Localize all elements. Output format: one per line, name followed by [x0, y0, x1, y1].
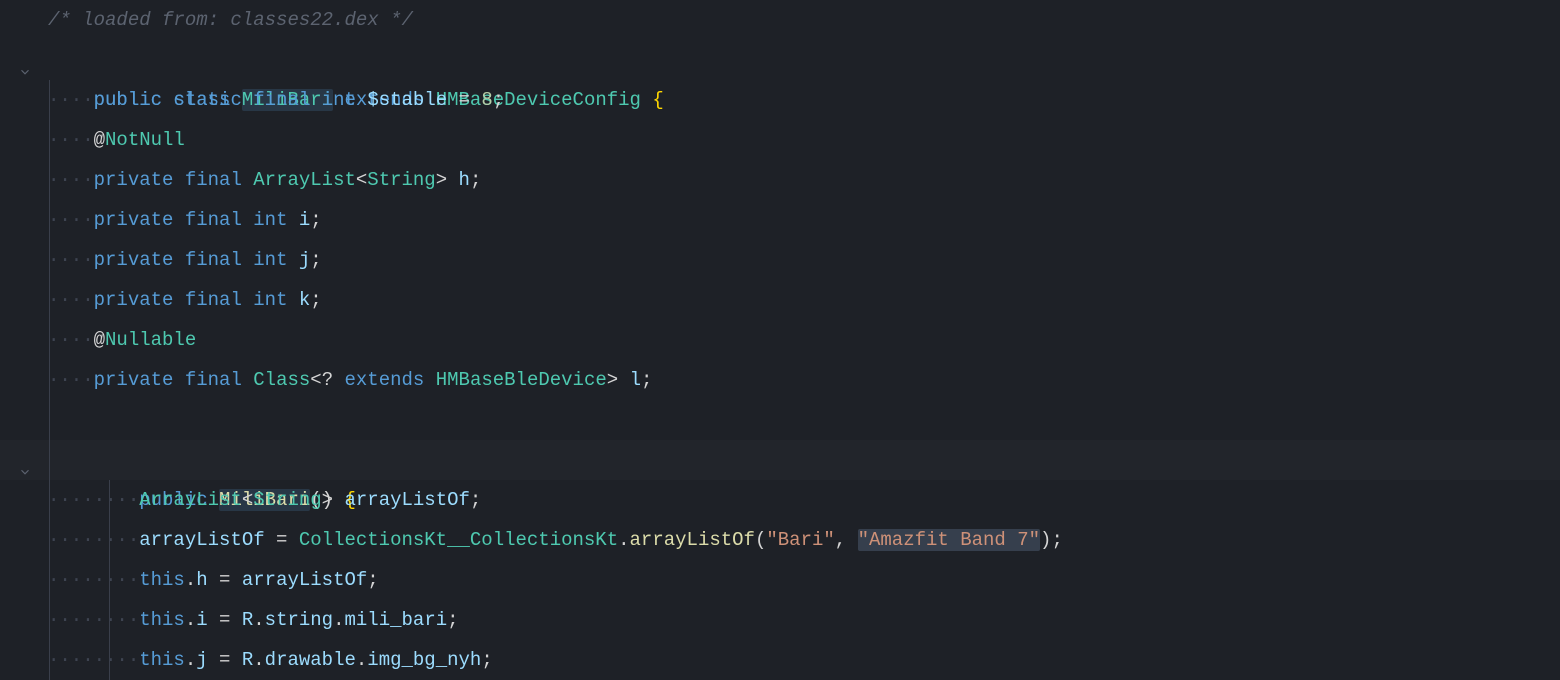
- field-name: h: [459, 169, 470, 191]
- chevron-down-icon[interactable]: [18, 54, 30, 66]
- code-line[interactable]: ········ArrayList<String> arrayListOf;: [0, 480, 1560, 520]
- class-ref: CollectionsKt__CollectionsKt: [299, 529, 618, 551]
- keyword-final: final: [185, 169, 242, 191]
- local-variable: arrayListOf: [242, 569, 367, 591]
- local-variable: arrayListOf: [139, 529, 264, 551]
- field-name: i: [299, 209, 310, 231]
- keyword-private: private: [94, 209, 174, 231]
- keyword-private: private: [94, 169, 174, 191]
- resource-id: img_bg_nyh: [367, 649, 481, 671]
- code-line[interactable]: ····private final int i;: [0, 200, 1560, 240]
- code-line[interactable]: ········this.i = R.string.mili_bari;: [0, 600, 1560, 640]
- local-variable: arrayListOf: [344, 489, 469, 511]
- field-name: l: [630, 369, 641, 391]
- type-string: String: [253, 489, 321, 511]
- code-line[interactable]: ········arrayListOf = CollectionsKt__Col…: [0, 520, 1560, 560]
- type-arraylist: ArrayList: [253, 169, 356, 191]
- code-line-partial[interactable]: ········this.j = R.drawable.img_bg_nyh;: [0, 640, 1560, 680]
- keyword-final: final: [185, 369, 242, 391]
- keyword-final: final: [185, 249, 242, 271]
- type-string: String: [367, 169, 435, 191]
- code-line[interactable]: ····private final int k;: [0, 280, 1560, 320]
- code-line[interactable]: ····private final int j;: [0, 240, 1560, 280]
- annotation-nullable: Nullable: [105, 329, 196, 351]
- type-int: int: [253, 249, 287, 271]
- type-class: Class: [253, 369, 310, 391]
- r-class: R: [242, 609, 253, 631]
- annotation-notnull: NotNull: [105, 129, 185, 151]
- field-ref: j: [196, 649, 207, 671]
- keyword-this: this: [139, 649, 185, 671]
- type-int: int: [253, 209, 287, 231]
- field-ref: h: [196, 569, 207, 591]
- code-line[interactable]: ····@NotNull: [0, 120, 1560, 160]
- keyword-static: static: [173, 89, 241, 111]
- type-arraylist: ArrayList: [139, 489, 242, 511]
- resource-id: mili_bari: [345, 609, 448, 631]
- string-literal-selected: "Amazfit Band 7": [858, 529, 1040, 551]
- r-class: R: [242, 649, 253, 671]
- type-int: int: [253, 289, 287, 311]
- code-line[interactable]: ····private final Class<? extends HMBase…: [0, 360, 1560, 400]
- comment-text: /* loaded from: classes22.dex */: [48, 9, 413, 31]
- code-line[interactable]: public class MiliBari extends HMBaseDevi…: [0, 40, 1560, 80]
- keyword-final: final: [185, 209, 242, 231]
- chevron-down-icon[interactable]: [18, 454, 30, 466]
- code-line[interactable]: ····private final ArrayList<String> h;: [0, 160, 1560, 200]
- field-name: k: [299, 289, 310, 311]
- string-literal: "Bari": [766, 529, 834, 551]
- type-int: int: [322, 89, 356, 111]
- keyword-extends: extends: [345, 369, 425, 391]
- keyword-this: this: [139, 569, 185, 591]
- code-line[interactable]: /* loaded from: classes22.dex */: [0, 0, 1560, 40]
- field-name: $stable: [367, 89, 447, 111]
- field-ref: i: [196, 609, 207, 631]
- code-line[interactable]: ····public MiliBari() {: [0, 440, 1560, 480]
- keyword-final: final: [185, 289, 242, 311]
- keyword-private: private: [94, 249, 174, 271]
- keyword-private: private: [94, 289, 174, 311]
- field-name: j: [299, 249, 310, 271]
- r-namespace: drawable: [265, 649, 356, 671]
- method-call: arrayListOf: [630, 529, 755, 551]
- number-literal: 8: [481, 89, 492, 111]
- r-namespace: string: [265, 609, 333, 631]
- keyword-public: public: [94, 89, 162, 111]
- code-line[interactable]: ····public static final int $stable = 8;: [0, 80, 1560, 120]
- keyword-final: final: [253, 89, 310, 111]
- code-line[interactable]: ········this.h = arrayListOf;: [0, 560, 1560, 600]
- keyword-this: this: [139, 609, 185, 631]
- type-hmbasebledevice: HMBaseBleDevice: [436, 369, 607, 391]
- code-line[interactable]: ····@Nullable: [0, 320, 1560, 360]
- code-editor[interactable]: /* loaded from: classes22.dex */ public …: [0, 0, 1560, 680]
- keyword-private: private: [94, 369, 174, 391]
- code-line-blank[interactable]: [0, 400, 1560, 440]
